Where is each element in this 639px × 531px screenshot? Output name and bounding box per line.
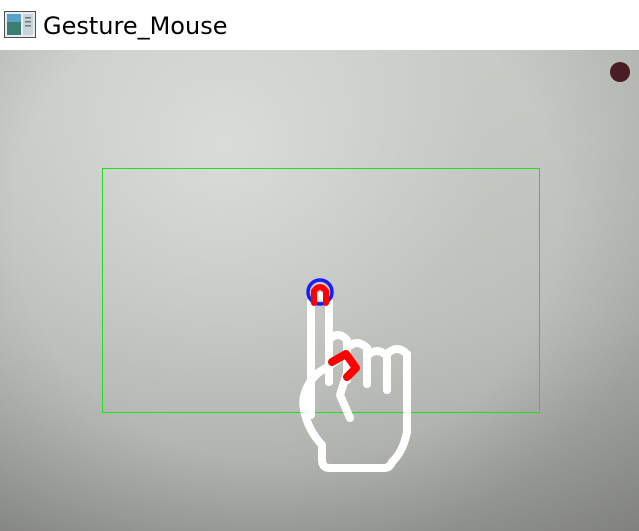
- app-window-icon: [4, 11, 36, 38]
- camera-feed[interactable]: [0, 50, 639, 531]
- gesture-overlay: [102, 62, 630, 472]
- gesture-mouse-window: Gesture_Mouse: [0, 0, 639, 531]
- window-title: Gesture_Mouse: [43, 12, 228, 40]
- pointing-hand-icon: [299, 292, 411, 472]
- status-dot: [610, 62, 630, 82]
- tracking-box: [102, 168, 540, 413]
- title-bar[interactable]: Gesture_Mouse: [0, 0, 639, 50]
